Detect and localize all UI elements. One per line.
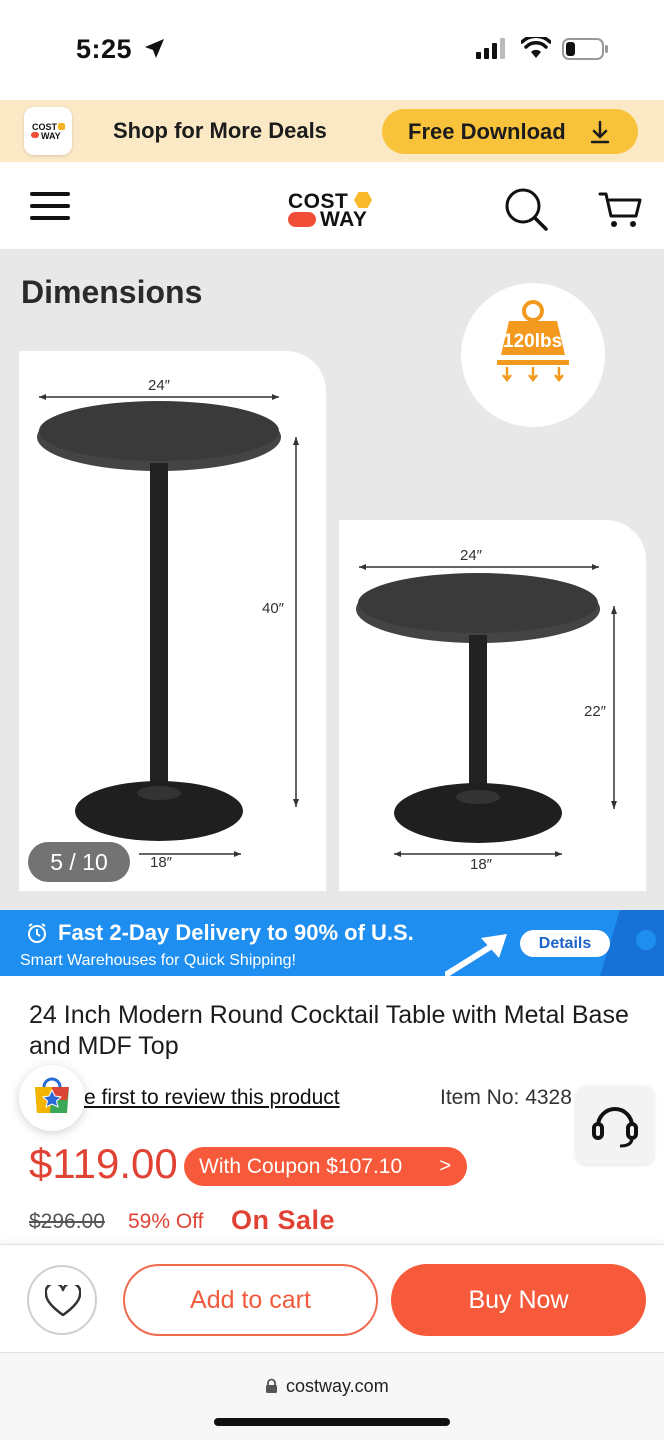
coupon-button[interactable]: With Coupon $107.10 > (184, 1147, 467, 1186)
heart-icon (45, 1285, 81, 1317)
shopping-bag-badge[interactable] (19, 1065, 85, 1131)
low-table-height-label: 22″ (584, 703, 606, 720)
app-logo-text-bottom: WAY (41, 131, 61, 141)
bar-table-illustration (37, 394, 299, 857)
app-logo-pill (31, 132, 39, 138)
cellular-signal-icon (476, 38, 505, 59)
delivery-banner[interactable]: Fast 2-Day Delivery to 90% of U.S. Smart… (0, 910, 664, 976)
first-review-link[interactable]: e first to review this product (84, 1086, 340, 1110)
app-promo-banner: COST WAY Shop for More Deals Free Downlo… (0, 100, 664, 162)
status-bar: 5:25 (0, 0, 664, 100)
product-title: 24 Inch Modern Round Cocktail Table with… (29, 1001, 629, 1060)
cart-icon[interactable] (598, 190, 642, 230)
wifi-icon (521, 37, 551, 58)
low-table-width-label: 24″ (460, 547, 482, 564)
free-download-label: Free Download (408, 118, 566, 144)
dimensions-title: Dimensions (21, 274, 203, 310)
bottom-action-bar: Add to cart Buy Now (0, 1244, 664, 1352)
gallery-page-indicator: 5 / 10 (28, 842, 130, 882)
location-arrow-icon (145, 39, 164, 58)
battery-icon (562, 38, 608, 60)
discount-percent: 59% Off (128, 1210, 204, 1233)
low-table-card: 24″ 22″ 18″ (339, 520, 646, 891)
download-icon (590, 120, 610, 144)
details-button[interactable]: Details (520, 930, 610, 957)
product-image-gallery[interactable]: Dimensions 120lbs 24″ 40″ 18″ 24″ 22″ 18… (0, 250, 664, 910)
app-logo: COST WAY (24, 107, 72, 155)
home-indicator[interactable] (214, 1418, 450, 1426)
original-price: $296.00 (29, 1210, 105, 1233)
on-sale-badge: On Sale (231, 1205, 336, 1235)
free-download-button[interactable]: Free Download (382, 109, 638, 154)
logo-text-bottom: WAY (320, 208, 368, 231)
app-logo-hex (58, 123, 65, 130)
hamburger-menu-icon[interactable] (30, 192, 70, 222)
bar-table-card: 24″ 40″ 18″ (19, 351, 326, 891)
current-price: $119.00 (29, 1140, 178, 1187)
weight-label: 120lbs (503, 331, 563, 352)
low-table-base-label: 18″ (470, 856, 492, 873)
bar-table-base-label: 18″ (150, 854, 172, 871)
weight-capacity-badge: 120lbs (461, 283, 605, 427)
shopping-bag-star-icon (35, 1077, 69, 1113)
costway-logo[interactable]: COST WAY (288, 190, 378, 231)
bar-table-width-label: 24″ (148, 377, 170, 394)
status-time: 5:25 (76, 34, 133, 64)
wishlist-button[interactable] (27, 1265, 97, 1335)
lock-icon (266, 1378, 277, 1393)
search-icon[interactable] (503, 186, 549, 232)
chevron-right-icon: > (439, 1155, 451, 1177)
arrow-up-right-icon (445, 934, 507, 976)
delivery-headline: Fast 2-Day Delivery to 90% of U.S. (58, 920, 414, 945)
logo-hex (354, 192, 372, 208)
browser-url-bar[interactable]: costway.com (0, 1352, 664, 1440)
buy-now-button[interactable]: Buy Now (391, 1264, 646, 1336)
site-header: COST WAY (0, 162, 664, 250)
add-to-cart-button[interactable]: Add to cart (123, 1264, 378, 1336)
headset-icon (592, 1107, 638, 1148)
weight-icon (497, 300, 569, 383)
promo-text: Shop for More Deals (113, 118, 327, 143)
item-number: Item No: 4328 (440, 1086, 572, 1109)
alarm-clock-icon (28, 923, 46, 943)
bar-table-height-label: 40″ (262, 600, 284, 617)
delivery-subtext: Smart Warehouses for Quick Shipping! (20, 952, 296, 969)
url-text: costway.com (286, 1376, 389, 1396)
coupon-label: With Coupon $107.10 (199, 1154, 403, 1178)
logo-pill (288, 212, 316, 227)
customer-support-button[interactable] (576, 1086, 654, 1164)
